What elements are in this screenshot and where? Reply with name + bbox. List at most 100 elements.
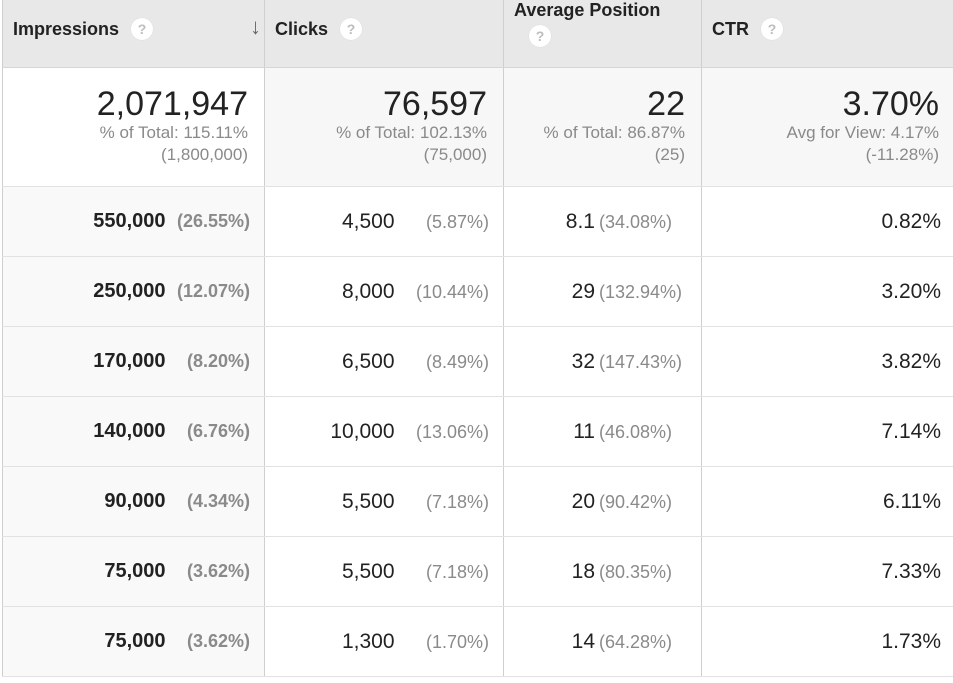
impressions-percent: (26.55%) xyxy=(176,211,250,231)
impressions-value: 250,000 xyxy=(93,280,166,302)
total-impressions-percent: % of Total: 115.11% xyxy=(99,123,248,142)
clicks-percent: (8.49%) xyxy=(425,351,489,372)
total-clicks-percent: % of Total: 102.13% xyxy=(336,123,487,142)
totals-row: 2,071,947 % of Total: 115.11% (1,800,000… xyxy=(2,67,953,187)
column-label-clicks[interactable]: Clicks xyxy=(275,17,328,41)
clicks-cell: 5,500 (7.18%) xyxy=(264,536,504,607)
total-impressions: 2,071,947 % of Total: 115.11% (1,800,000… xyxy=(2,67,265,187)
clicks-percent: (7.18%) xyxy=(425,491,489,512)
impressions-cell: 250,000 (12.07%) xyxy=(2,256,265,327)
ctr-cell: 1.73% xyxy=(701,606,953,677)
impressions-percent: (3.62%) xyxy=(186,561,250,581)
clicks-value: 1,300 xyxy=(341,629,395,653)
average-position-percent: (132.94%) xyxy=(599,281,683,302)
clicks-cell: 5,500 (7.18%) xyxy=(264,466,504,537)
column-header-ctr[interactable]: CTR ? xyxy=(701,0,953,68)
ctr-value: 7.14% xyxy=(881,419,941,443)
impressions-cell: 90,000 (4.34%) xyxy=(2,466,265,537)
impressions-value: 140,000 xyxy=(93,420,166,442)
impressions-cell: 550,000 (26.55%) xyxy=(2,186,265,257)
question-circle-icon[interactable]: ? xyxy=(761,18,783,40)
clicks-percent: (5.87%) xyxy=(425,211,489,232)
clicks-value: 8,000 xyxy=(341,279,395,303)
column-label-average-position[interactable]: Average Position xyxy=(514,0,660,22)
impressions-percent: (8.20%) xyxy=(186,351,250,371)
table-row: 250,000 (12.07%) 8,000 (10.44%) 29 (132.9… xyxy=(2,256,953,327)
total-average-position-percent: % of Total: 86.87% xyxy=(543,123,685,142)
column-label-ctr[interactable]: CTR xyxy=(712,17,749,41)
impressions-percent: (12.07%) xyxy=(176,281,250,301)
ctr-cell: 7.14% xyxy=(701,396,953,467)
impressions-percent: (3.62%) xyxy=(186,631,250,651)
average-position-cell: 8.1 (34.08%) xyxy=(503,186,702,257)
column-header-clicks[interactable]: Clicks ? xyxy=(264,0,504,68)
impressions-value: 170,000 xyxy=(93,350,166,372)
average-position-percent: (64.28%) xyxy=(599,631,673,652)
table-row: 170,000 (8.20%) 6,500 (8.49%) 32 (147.43%… xyxy=(2,326,953,397)
analytics-data-table: Impressions ? ↓ Clicks ? Average Positio… xyxy=(2,0,953,677)
header-row: Impressions ? ↓ Clicks ? Average Positio… xyxy=(2,0,953,68)
question-circle-icon[interactable]: ? xyxy=(529,25,551,47)
clicks-cell: 10,000 (13.06%) xyxy=(264,396,504,467)
average-position-cell: 20 (90.42%) xyxy=(503,466,702,537)
total-impressions-site-total: (1,800,000) xyxy=(161,145,248,164)
ctr-cell: 7.33% xyxy=(701,536,953,607)
clicks-value: 6,500 xyxy=(341,349,395,373)
clicks-cell: 6,500 (8.49%) xyxy=(264,326,504,397)
ctr-value: 0.82% xyxy=(881,209,941,233)
total-impressions-value: 2,071,947 xyxy=(96,85,248,123)
column-label-impressions[interactable]: Impressions xyxy=(13,17,119,41)
total-ctr-delta: (-11.28%) xyxy=(865,145,939,164)
clicks-value: 10,000 xyxy=(330,419,395,443)
impressions-percent: (4.34%) xyxy=(186,491,250,511)
total-average-position-site-total: (25) xyxy=(654,145,685,164)
impressions-value: 75,000 xyxy=(104,560,166,582)
average-position-cell: 29 (132.94%) xyxy=(503,256,702,327)
clicks-percent: (10.44%) xyxy=(415,281,489,302)
column-header-average-position[interactable]: Average Position ? xyxy=(503,0,702,68)
average-position-cell: 11 (46.08%) xyxy=(503,396,702,467)
total-average-position: 22 % of Total: 86.87% (25) xyxy=(503,67,702,187)
average-position-cell: 32 (147.43%) xyxy=(503,326,702,397)
clicks-cell: 8,000 (10.44%) xyxy=(264,256,504,327)
total-clicks-value: 76,597 xyxy=(383,85,487,123)
arrow-down-icon[interactable]: ↓ xyxy=(250,14,261,40)
total-clicks: 76,597 % of Total: 102.13% (75,000) xyxy=(264,67,504,187)
total-ctr-value: 3.70% xyxy=(842,85,939,123)
impressions-cell: 75,000 (3.62%) xyxy=(2,536,265,607)
impressions-cell: 140,000 (6.76%) xyxy=(2,396,265,467)
clicks-cell: 1,300 (1.70%) xyxy=(264,606,504,677)
impressions-value: 90,000 xyxy=(104,490,166,512)
ctr-value: 1.73% xyxy=(881,629,941,653)
impressions-percent: (6.76%) xyxy=(186,421,250,441)
question-circle-icon[interactable]: ? xyxy=(340,18,363,40)
clicks-percent: (1.70%) xyxy=(425,631,489,652)
ctr-value: 3.82% xyxy=(881,349,941,373)
impressions-cell: 75,000 (3.62%) xyxy=(2,606,265,677)
average-position-value: 11 xyxy=(573,419,595,443)
average-position-cell: 18 (80.35%) xyxy=(503,536,702,607)
average-position-cell: 14 (64.28%) xyxy=(503,606,702,677)
question-circle-icon[interactable]: ? xyxy=(131,18,154,40)
table-row: 75,000 (3.62%) 1,300 (1.70%) 14 (64.28%) … xyxy=(2,606,953,677)
average-position-value: 14 xyxy=(571,629,595,653)
average-position-value: 18 xyxy=(571,559,595,583)
total-ctr: 3.70% Avg for View: 4.17% (-11.28%) xyxy=(701,67,953,187)
average-position-value: 8.1 xyxy=(565,209,595,233)
total-average-position-value: 22 xyxy=(647,85,685,123)
table-row: 90,000 (4.34%) 5,500 (7.18%) 20 (90.42%) … xyxy=(2,466,953,537)
average-position-percent: (147.43%) xyxy=(599,351,683,372)
clicks-value: 5,500 xyxy=(341,489,395,513)
average-position-percent: (46.08%) xyxy=(599,421,673,442)
ctr-cell: 3.82% xyxy=(701,326,953,397)
average-position-percent: (90.42%) xyxy=(599,491,673,512)
column-header-impressions[interactable]: Impressions ? ↓ xyxy=(2,0,265,68)
ctr-value: 3.20% xyxy=(881,279,941,303)
ctr-value: 7.33% xyxy=(881,559,941,583)
ctr-value: 6.11% xyxy=(883,489,941,513)
total-clicks-site-total: (75,000) xyxy=(423,145,487,164)
clicks-cell: 4,500 (5.87%) xyxy=(264,186,504,257)
average-position-value: 29 xyxy=(571,279,595,303)
average-position-percent: (34.08%) xyxy=(599,211,673,232)
average-position-value: 20 xyxy=(571,489,595,513)
